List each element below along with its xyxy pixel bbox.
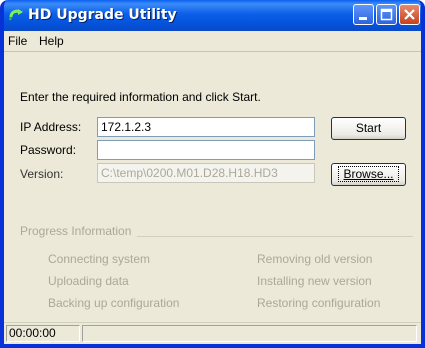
progress-step-backing-up: Backing up configuration	[48, 296, 180, 310]
window-title: HD Upgrade Utility	[28, 7, 177, 23]
progress-step-uploading: Uploading data	[48, 274, 129, 288]
close-button[interactable]	[399, 4, 420, 25]
password-label: Password:	[20, 143, 77, 157]
upgrade-arrow-icon	[8, 7, 24, 23]
progress-step-installing: Installing new version	[257, 274, 372, 288]
menu-bar: File Help	[4, 31, 421, 52]
elapsed-time: 00:00:00	[6, 325, 80, 342]
version-label: Version:	[20, 167, 64, 181]
menu-file[interactable]: File	[8, 34, 27, 48]
maximize-button[interactable]	[376, 4, 397, 25]
progress-step-restoring: Restoring configuration	[257, 296, 381, 310]
browse-button[interactable]: Browse...	[331, 163, 406, 186]
progress-group-title: Progress Information	[20, 224, 138, 238]
ip-address-label: IP Address:	[20, 120, 82, 134]
browse-button-label: Browse...	[338, 166, 399, 182]
menu-help[interactable]: Help	[39, 34, 64, 48]
version-input: C:\temp\0200.M01.D28.H18.HD3	[97, 163, 315, 183]
status-message-panel	[82, 325, 417, 342]
status-bar: 00:00:00	[4, 322, 421, 344]
progress-step-removing: Removing old version	[257, 252, 373, 266]
minimize-button[interactable]	[353, 4, 374, 25]
app-window: HD Upgrade Utility File Help Enter the r…	[0, 0, 425, 348]
instruction-text: Enter the required information and click…	[20, 90, 261, 104]
password-input[interactable]	[97, 140, 315, 160]
ip-address-input[interactable]: 172.1.2.3	[97, 117, 315, 137]
title-bar[interactable]: HD Upgrade Utility	[4, 0, 421, 31]
progress-step-connecting: Connecting system	[48, 252, 151, 266]
start-button[interactable]: Start	[331, 117, 406, 140]
